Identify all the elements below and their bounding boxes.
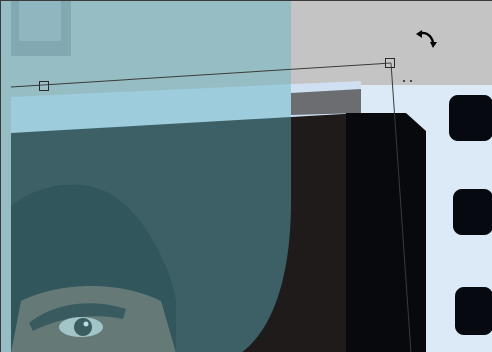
film-top-border-dark <box>291 89 361 115</box>
sprocket-hole <box>453 189 492 235</box>
sprocket-hole <box>455 287 492 335</box>
cyan-overlay-shape <box>1 1 291 352</box>
sprocket-hole <box>449 95 492 141</box>
top-left-handle[interactable] <box>39 81 49 91</box>
top-right-handle[interactable] <box>385 58 395 68</box>
guide-dot <box>403 80 405 82</box>
image-viewport[interactable] <box>0 0 492 352</box>
rotate-cursor-icon <box>416 30 437 48</box>
film-strip-inner-dark <box>346 113 426 352</box>
guide-dot <box>410 80 412 82</box>
